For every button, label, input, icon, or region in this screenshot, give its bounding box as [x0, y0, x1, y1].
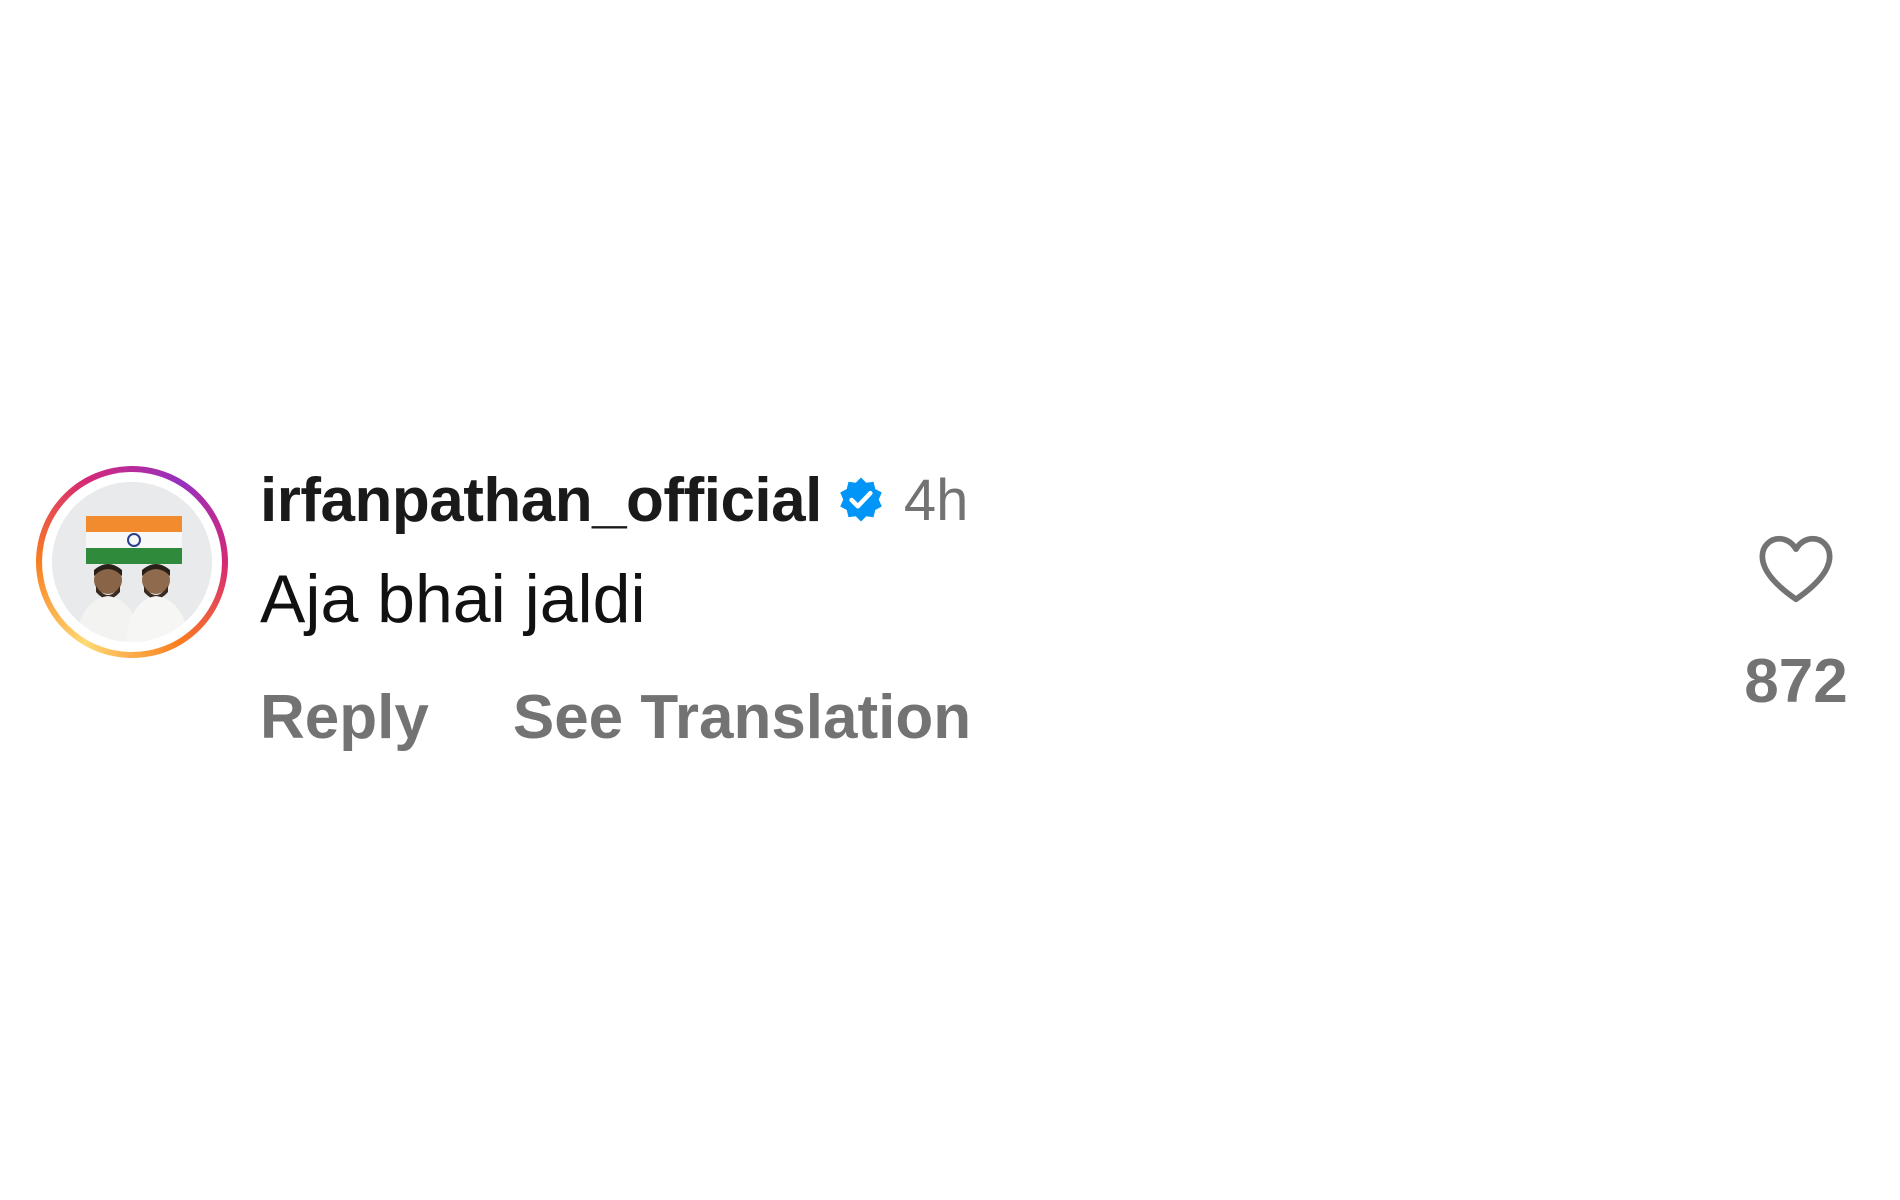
avatar[interactable] [52, 482, 212, 642]
username[interactable]: irfanpathan_official [260, 465, 822, 536]
comment-text: Aja bhai jaldi [260, 561, 646, 637]
comment-header: irfanpathan_official 4h [260, 460, 968, 540]
avatar-photo [52, 482, 212, 642]
reply-button[interactable]: Reply [260, 682, 429, 753]
verified-badge-icon [840, 477, 882, 522]
comment-timestamp: 4h [903, 467, 969, 533]
see-translation-button[interactable]: See Translation [513, 682, 971, 753]
like-section: 872 [1726, 532, 1866, 717]
comment: irfanpathan_official 4h Aja bhai jaldi R… [36, 460, 1866, 780]
story-ring[interactable] [36, 466, 228, 658]
heart-outline-icon[interactable] [1755, 532, 1837, 606]
avatar-border [42, 472, 222, 652]
comment-actions: Reply See Translation [260, 682, 971, 753]
like-count: 872 [1744, 647, 1848, 716]
